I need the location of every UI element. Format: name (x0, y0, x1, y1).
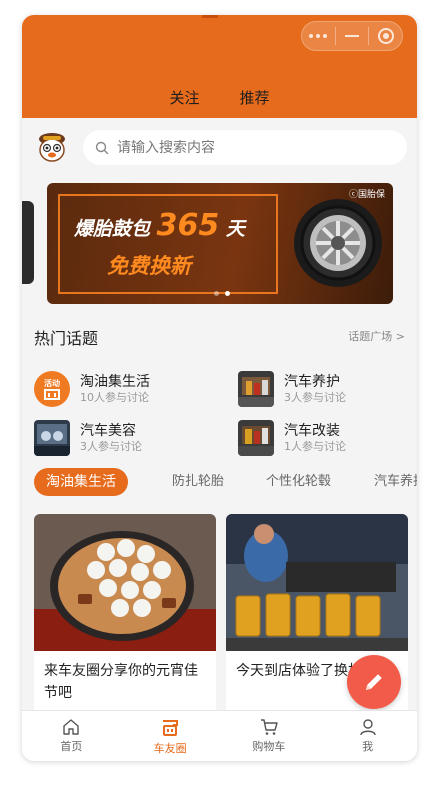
hot-topics-title: 热门话题 (34, 329, 99, 348)
topic-meta: 3人参与讨论 (80, 439, 142, 453)
banner-indicator (214, 291, 230, 296)
user-icon (359, 719, 376, 736)
pencil-icon (366, 674, 382, 690)
target-icon (377, 28, 394, 44)
topic-item[interactable]: 汽车养护 3人参与讨论 (238, 371, 346, 407)
car-care-photo-icon (238, 371, 274, 407)
topic-item[interactable]: 汽车改装 1人参与讨论 (238, 420, 346, 456)
topic-thumb (238, 420, 274, 456)
topic-name: 汽车美容 (80, 422, 136, 439)
tab-recommend[interactable]: 推荐 (240, 87, 270, 108)
phone-frame: 关注 推荐 请输入搜索内容 ⓒ国胎保 爆胎鼓包 365 天 免费换新 热门话题 … (22, 15, 417, 761)
more-dots-icon (309, 34, 328, 38)
topic-name: 汽车养护 (284, 373, 340, 390)
banner-prev-peek (22, 201, 34, 284)
banner-subline: 免费换新 (107, 254, 191, 278)
chip-taoyouji[interactable]: 淘油集生活 (34, 468, 128, 496)
search-input[interactable] (117, 139, 377, 156)
avatar[interactable] (32, 127, 72, 167)
activity-badge-icon: 活动 (34, 371, 70, 407)
topic-thumb (34, 420, 70, 456)
tire-icon (294, 199, 382, 287)
compose-post-button[interactable] (347, 655, 401, 709)
topic-thumb: 活动 (34, 371, 70, 407)
feed-tabs: 关注 推荐 (22, 87, 417, 108)
post-image (226, 514, 408, 651)
topic-name: 汽车改装 (284, 422, 340, 439)
tab-follow[interactable]: 关注 (169, 87, 199, 108)
topic-meta: 10人参与讨论 (80, 390, 149, 404)
minimize-button[interactable] (336, 22, 369, 50)
car-beauty-photo-icon (34, 420, 70, 456)
mini-program-capsule (301, 21, 403, 51)
banner-headline-suffix: 天 (225, 218, 245, 240)
close-capsule-button[interactable] (369, 22, 402, 50)
more-menu-button[interactable] (302, 22, 335, 50)
cart-icon (260, 719, 278, 735)
banner-headline-number: 365 (156, 208, 220, 243)
topic-name: 淘油集生活 (80, 373, 150, 390)
topic-meta: 3人参与讨论 (284, 390, 346, 404)
tabbar-me[interactable]: 我 (318, 711, 417, 761)
top-header: 关注 推荐 (22, 15, 417, 118)
tabbar-cart[interactable]: 购物车 (220, 711, 319, 761)
post-image (34, 514, 216, 651)
svg-text:活动: 活动 (44, 378, 60, 388)
search-row (22, 118, 417, 176)
post-title: 来车友圈分享你的元宵佳节吧 (44, 663, 198, 701)
home-icon (63, 719, 80, 735)
tabbar-label: 车友圈 (153, 742, 187, 755)
topic-meta: 1人参与讨论 (284, 439, 346, 453)
status-notch (202, 15, 218, 18)
banner-headline: 爆胎鼓包 365 天 (74, 208, 245, 243)
search-icon (95, 141, 109, 154)
mascot-avatar-icon (33, 128, 71, 166)
tabbar-label: 我 (362, 740, 374, 753)
banner-headline-prefix: 爆胎鼓包 (74, 218, 151, 240)
bottom-tab-bar: 首页 车友圈 购物车 我 (22, 710, 417, 761)
tabbar-car-circle[interactable]: 车友圈 (121, 711, 220, 761)
hot-topics-section: 热门话题 话题广场 > 活动 淘油集生活 10人参与讨论 汽车养护 3人参与讨论… (22, 316, 417, 466)
tabbar-label: 购物车 (252, 740, 286, 753)
topic-chips: 淘油集生活 防扎轮胎 个性化轮毂 汽车养护 (22, 466, 417, 514)
topic-item[interactable]: 汽车美容 3人参与讨论 (34, 420, 142, 456)
banner-carousel[interactable]: ⓒ国胎保 爆胎鼓包 365 天 免费换新 (22, 176, 417, 316)
topic-square-link[interactable]: 话题广场 > (348, 328, 405, 344)
chip-car-care[interactable]: 汽车养护 (374, 468, 417, 496)
topic-item[interactable]: 活动 淘油集生活 10人参与讨论 (34, 371, 150, 407)
chip-custom-rim[interactable]: 个性化轮毂 (266, 468, 331, 496)
car-mod-photo-icon (238, 420, 274, 456)
post-card[interactable]: 来车友圈分享你的元宵佳节吧 (34, 514, 216, 714)
tabbar-label: 首页 (60, 740, 83, 753)
banner-slide[interactable]: ⓒ国胎保 爆胎鼓包 365 天 免费换新 (47, 183, 393, 304)
tabbar-home[interactable]: 首页 (22, 711, 121, 761)
search-box[interactable] (83, 130, 407, 165)
chip-puncture-tire[interactable]: 防扎轮胎 (172, 468, 224, 496)
car-circle-icon (163, 720, 179, 736)
minus-icon (345, 35, 359, 37)
topic-thumb (238, 371, 274, 407)
